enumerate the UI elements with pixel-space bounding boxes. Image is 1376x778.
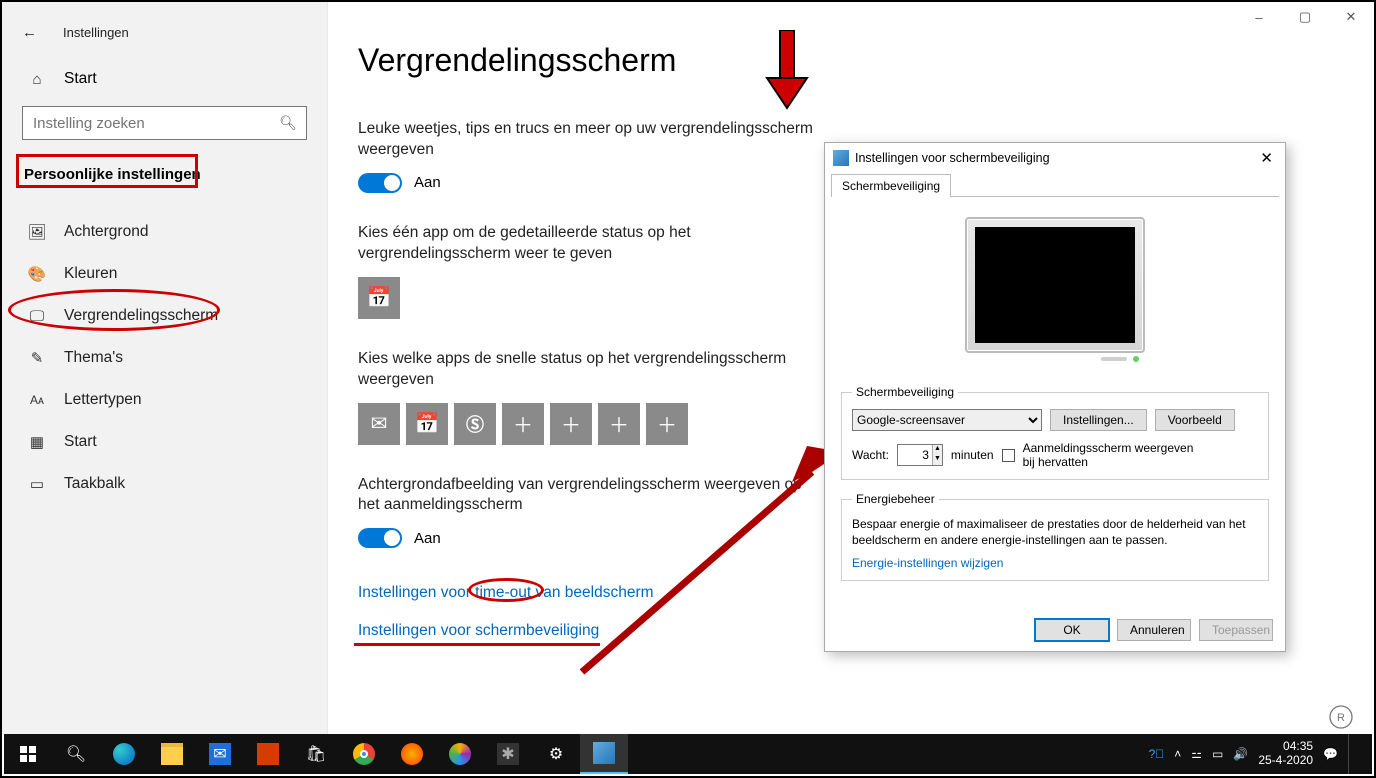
sidebar-item-label: Start — [64, 433, 97, 451]
quick-status-tile-add[interactable]: ＋ — [646, 403, 688, 445]
energy-settings-link[interactable]: Energie-instellingen wijzigen — [852, 556, 1003, 570]
group-energy-label: Energiebeheer — [852, 492, 939, 506]
search-input[interactable] — [22, 106, 307, 140]
sidebar-category: Persoonlijke instellingen — [2, 158, 223, 191]
sidebar-item-label: Achtergrond — [64, 223, 148, 241]
tray-wifi-icon[interactable]: ⚍ — [1191, 747, 1202, 761]
taskbar-app-store[interactable]: 🛍 — [292, 734, 340, 774]
taskbar-app-screensaver-dialog[interactable] — [580, 734, 628, 774]
dialog-close-button[interactable]: ✕ — [1256, 149, 1277, 167]
dialog-title: Instellingen voor schermbeveiliging — [855, 151, 1050, 165]
link-screensaver-settings[interactable]: Instellingen voor schermbeveiliging — [358, 622, 599, 640]
quick-status-tile-add[interactable]: ＋ — [502, 403, 544, 445]
sidebar-item-themes[interactable]: ✎ Thema's — [2, 337, 327, 379]
quick-status-tile-calendar[interactable]: 📅 — [406, 403, 448, 445]
tray-battery-icon[interactable]: ▭ — [1212, 747, 1223, 761]
toggle-tips[interactable] — [358, 173, 402, 193]
setting-detailed-app-label: Kies één app om de gedetailleerde status… — [358, 223, 818, 265]
tray-notifications-icon[interactable]: 💬 — [1323, 747, 1338, 761]
sidebar-item-label: Kleuren — [64, 265, 117, 283]
taskbar-app-firefox[interactable] — [388, 734, 436, 774]
minutes-label: minuten — [951, 448, 994, 462]
show-desktop-button[interactable] — [1348, 734, 1366, 774]
link-screen-timeout[interactable]: Instellingen voor time-out van beeldsche… — [358, 584, 654, 602]
fonts-icon: Aᴀ — [28, 393, 46, 407]
quick-status-tile-mail[interactable]: ✉ — [358, 403, 400, 445]
wait-minutes-spinner[interactable]: ▲▼ — [897, 444, 943, 466]
quick-status-tile-skype[interactable]: Ⓢ — [454, 403, 496, 445]
tray-help-icon[interactable]: ?⃝ — [1149, 747, 1165, 761]
sidebar-item-lockscreen[interactable]: 🖵 Vergrendelingsscherm — [2, 295, 327, 337]
quick-status-tile-add[interactable]: ＋ — [598, 403, 640, 445]
taskbar-clock[interactable]: 04:35 25-4-2020 — [1258, 740, 1313, 768]
start-button[interactable] — [4, 734, 52, 774]
taskbar-date: 25-4-2020 — [1258, 754, 1313, 768]
dialog-apply-button: Toepassen — [1199, 619, 1273, 641]
sidebar-home[interactable]: ⌂ Start — [2, 52, 327, 106]
sidebar-item-label: Lettertypen — [64, 391, 142, 409]
sidebar: ← Instellingen ⌂ Start 🔍︎ Persoonlijke i… — [2, 2, 328, 734]
themes-icon: ✎ — [28, 349, 46, 367]
group-screensaver-label: Schermbeveiliging — [852, 385, 958, 399]
tray-volume-icon[interactable]: 🔊 — [1233, 747, 1248, 761]
taskbar-search-icon[interactable]: 🔍︎ — [52, 734, 100, 774]
setting-quick-apps-label: Kies welke apps de snelle status op het … — [358, 349, 818, 391]
screensaver-preview-monitor — [965, 217, 1145, 365]
toggle-tips-state: Aan — [414, 174, 441, 191]
resume-login-label: Aanmeldingsscherm weergeven bij hervatte… — [1023, 441, 1203, 469]
sidebar-item-label: Vergrendelingsscherm — [64, 307, 218, 325]
detailed-status-app-tile[interactable]: 📅 — [358, 277, 400, 319]
dialog-ok-button[interactable]: OK — [1035, 619, 1109, 641]
watermark-icon: R — [1328, 704, 1354, 730]
window-title: Instellingen — [63, 25, 129, 40]
sidebar-item-label: Taakbalk — [64, 475, 125, 493]
screensaver-settings-button[interactable]: Instellingen... — [1050, 409, 1147, 431]
sidebar-item-colors[interactable]: 🎨 Kleuren — [2, 253, 327, 295]
sidebar-home-label: Start — [64, 70, 97, 88]
sidebar-item-start[interactable]: ▦ Start — [2, 421, 327, 463]
taskbar-app-office[interactable] — [244, 734, 292, 774]
toggle-signin-bg-state: Aan — [414, 530, 441, 547]
tray-chevron-up-icon[interactable]: ˄ — [1174, 747, 1181, 761]
screensaver-dialog: Instellingen voor schermbeveiliging ✕ Sc… — [824, 142, 1286, 652]
wait-label: Wacht: — [852, 448, 889, 462]
picture-icon: 🖼 — [28, 223, 46, 241]
taskbar-app-settings[interactable]: ⚙ — [532, 734, 580, 774]
resume-login-checkbox[interactable] — [1002, 449, 1015, 462]
wait-minutes-input[interactable] — [898, 445, 932, 465]
sidebar-item-fonts[interactable]: Aᴀ Lettertypen — [2, 379, 327, 421]
search-icon: 🔍︎ — [279, 115, 297, 132]
setting-signin-bg-label: Achtergrondafbeelding van vergrendelings… — [358, 475, 818, 517]
dialog-cancel-button[interactable]: Annuleren — [1117, 619, 1191, 641]
setting-tips-label: Leuke weetjes, tips en trucs en meer op … — [358, 119, 818, 161]
start-icon: ▦ — [28, 433, 46, 451]
sidebar-item-taskbar[interactable]: ▭ Taakbalk — [2, 463, 327, 505]
taskbar-app-chrome[interactable] — [340, 734, 388, 774]
screensaver-select[interactable]: Google-screensaver — [852, 409, 1042, 431]
svg-text:R: R — [1337, 712, 1345, 724]
dialog-tab-screensaver[interactable]: Schermbeveiliging — [831, 174, 951, 197]
toggle-signin-bg[interactable] — [358, 528, 402, 548]
screensaver-preview-button[interactable]: Voorbeeld — [1155, 409, 1235, 431]
taskbar-app-explorer[interactable] — [148, 734, 196, 774]
sidebar-item-background[interactable]: 🖼 Achtergrond — [2, 211, 327, 253]
taskbar-app-edge[interactable] — [100, 734, 148, 774]
taskbar-app-picasa[interactable] — [436, 734, 484, 774]
taskbar-app-screensaver-config[interactable]: ✱ — [484, 734, 532, 774]
palette-icon: 🎨 — [28, 265, 46, 283]
quick-status-tile-add[interactable]: ＋ — [550, 403, 592, 445]
lockscreen-icon: 🖵 — [28, 308, 46, 325]
taskbar: 🔍︎ ✉ 🛍 ✱ ⚙ ?⃝ ˄ ⚍ ▭ 🔊 04:35 25-4-2020 💬 — [4, 734, 1372, 774]
dialog-icon — [833, 150, 849, 166]
sidebar-item-label: Thema's — [64, 349, 123, 367]
home-icon: ⌂ — [28, 71, 46, 88]
back-arrow-icon[interactable]: ← — [22, 24, 37, 41]
taskbar-time: 04:35 — [1258, 740, 1313, 754]
taskbar-app-mail[interactable]: ✉ — [196, 734, 244, 774]
taskbar-icon: ▭ — [28, 475, 46, 493]
energy-text: Bespaar energie of maximaliseer de prest… — [852, 516, 1258, 548]
page-title: Vergrendelingsscherm — [358, 42, 1334, 79]
